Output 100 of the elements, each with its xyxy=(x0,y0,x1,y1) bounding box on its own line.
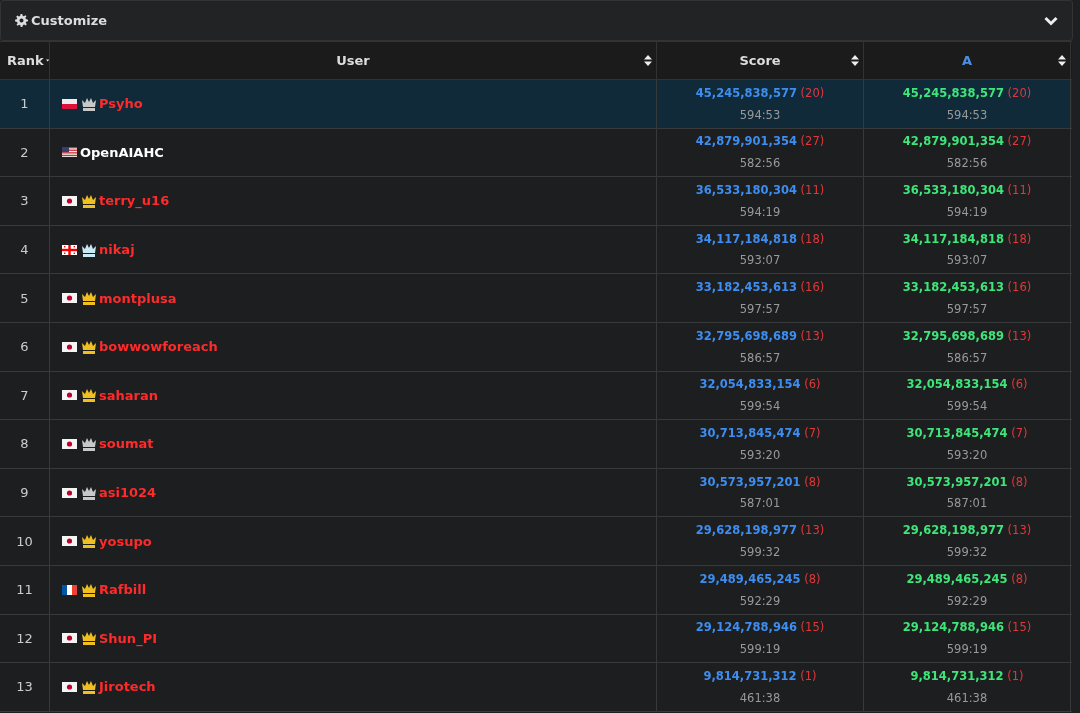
rank-number: 5 xyxy=(20,290,29,306)
column-header[interactable]: Rank xyxy=(0,42,50,79)
customize-link[interactable]: Customize xyxy=(15,13,108,28)
score-value: 30,713,845,474 xyxy=(699,426,801,441)
elapsed-time: 593:07 xyxy=(946,253,988,268)
score-value: 32,054,833,154 xyxy=(906,377,1008,392)
elapsed-time: 597:57 xyxy=(946,302,988,317)
submission-count: (18) xyxy=(800,231,825,246)
user-name[interactable]: Jirotech xyxy=(99,679,156,695)
score-value: 30,573,957,201 xyxy=(906,474,1008,489)
sort-icon xyxy=(644,55,652,66)
rank-number: 2 xyxy=(20,144,29,160)
submission-count: (8) xyxy=(804,571,821,586)
user-name[interactable]: terry_u16 xyxy=(99,193,170,209)
submission-count: (13) xyxy=(1007,523,1032,538)
user-name[interactable]: soumat xyxy=(99,436,154,452)
column-header[interactable]: Score xyxy=(657,42,864,79)
elapsed-time: 599:19 xyxy=(946,642,988,657)
user-name[interactable]: montplusa xyxy=(99,290,177,306)
ranking-row[interactable]: 3 terry_u16 36,533,180,304 (11) 594:19 36,533,180,304 (11) 594:19 xyxy=(0,177,1072,226)
elapsed-time: 594:53 xyxy=(739,107,781,122)
ranking-row[interactable]: 13 Jirotech 9,814,731,312 (1) 461:38 9,814,731,312 (1) 461:38 xyxy=(0,663,1072,712)
user-name[interactable]: asi1024 xyxy=(99,485,157,501)
rank-number: 11 xyxy=(16,582,33,598)
user-name[interactable]: saharan xyxy=(99,387,158,403)
elapsed-time: 582:56 xyxy=(739,156,781,171)
ranking-row[interactable]: 5 montplusa 33,182,453,613 (16) 597:57 33,182,453,613 (16) 597:57 xyxy=(0,274,1072,323)
column-header[interactable]: A xyxy=(864,42,1071,79)
submission-count: (7) xyxy=(804,426,821,441)
ranking-row[interactable]: 2 OpenAIAHC 42,879,901,354 (27) 582:56 42,879,901,354 (27) 582:56 xyxy=(0,128,1072,178)
elapsed-time: 599:32 xyxy=(739,545,781,560)
user-name[interactable]: bowwowforeach xyxy=(99,339,218,355)
column-header[interactable]: User xyxy=(50,42,657,79)
score-value: 29,489,465,245 xyxy=(906,571,1008,586)
rank-number: 6 xyxy=(20,339,29,355)
score-value: 32,054,833,154 xyxy=(699,377,801,392)
ranking-row[interactable]: 6 bowwowforeach 32,795,698,689 (13) 586:57 32,795,698,689 (13) 586:57 xyxy=(0,322,1072,372)
user-name[interactable]: yosupo xyxy=(99,533,152,549)
sort-down-icon xyxy=(45,58,49,63)
elapsed-time: 586:57 xyxy=(739,350,781,365)
user-name[interactable]: Shun_PI xyxy=(99,630,157,646)
submission-count: (15) xyxy=(800,620,825,635)
score-value: 42,879,901,354 xyxy=(902,134,1004,149)
score-value: 45,245,838,577 xyxy=(902,85,1004,100)
user-name[interactable]: nikaj xyxy=(99,242,135,258)
score-value: 42,879,901,354 xyxy=(695,134,797,149)
rank-number: 3 xyxy=(20,193,29,209)
submission-count: (1) xyxy=(800,669,817,683)
elapsed-time: 586:57 xyxy=(946,350,988,365)
submission-count: (6) xyxy=(1011,377,1028,392)
sort-icon xyxy=(851,55,859,66)
score-value: 32,795,698,689 xyxy=(902,328,1004,343)
ranking-row[interactable]: 7 saharan 32,054,833,154 (6) 599:54 32,054,833,154 (6) 599:54 xyxy=(0,371,1072,421)
chevron-down-icon[interactable] xyxy=(1044,15,1058,26)
rank-number: 12 xyxy=(16,630,33,646)
submission-count: (15) xyxy=(1007,620,1032,635)
elapsed-time: 599:54 xyxy=(739,399,781,414)
submission-count: (11) xyxy=(800,183,825,198)
ranking-row[interactable]: 11 Rafbill 29,489,465,245 (8) 592:29 29,489,465,245 (8) 592:29 xyxy=(0,565,1072,615)
elapsed-time: 593:20 xyxy=(739,447,781,462)
submission-count: (8) xyxy=(804,474,821,489)
elapsed-time: 592:29 xyxy=(946,593,988,608)
score-value: 29,489,465,245 xyxy=(699,571,801,586)
ranking-row[interactable]: 1 Psyho 45,245,838,577 (20) 594:53 45,245,838,577 (20) 594:53 xyxy=(0,80,1072,129)
user-name[interactable]: OpenAIAHC xyxy=(80,144,164,160)
submission-count: (16) xyxy=(800,280,825,295)
elapsed-time: 597:57 xyxy=(739,302,781,317)
rank-number: 7 xyxy=(20,387,29,403)
score-value: 33,182,453,613 xyxy=(695,280,797,295)
submission-count: (16) xyxy=(1007,280,1032,295)
elapsed-time: 593:07 xyxy=(739,253,781,268)
elapsed-time: 594:53 xyxy=(946,107,988,122)
score-value: 32,795,698,689 xyxy=(695,328,797,343)
score-value: 34,117,184,818 xyxy=(695,231,797,246)
user-name[interactable]: Psyho xyxy=(99,96,143,112)
rank-number: 4 xyxy=(20,242,29,258)
ranking-row[interactable]: 8 soumat 30,713,845,474 (7) 593:20 30,713,845,474 (7) 593:20 xyxy=(0,420,1072,469)
submission-count: (20) xyxy=(800,85,825,100)
elapsed-time: 594:19 xyxy=(946,204,988,219)
submission-count: (8) xyxy=(1011,474,1028,489)
submission-count: (13) xyxy=(1007,328,1032,343)
score-value: 9,814,731,312 xyxy=(703,669,797,683)
submission-count: (8) xyxy=(1011,571,1028,586)
ranking-row[interactable]: 12 Shun_PI 29,124,788,946 (15) 599:19 29,124,788,946 (15) 599:19 xyxy=(0,614,1072,664)
elapsed-time: 587:01 xyxy=(739,496,781,511)
score-value: 33,182,453,613 xyxy=(902,280,1004,295)
submission-count: (7) xyxy=(1011,426,1028,441)
gear-icon xyxy=(15,14,28,27)
submission-count: (1) xyxy=(1007,669,1024,683)
ranking-row[interactable]: 4 nikaj 34,117,184,818 (18) 593:07 34,117,184,818 (18) 593:07 xyxy=(0,225,1072,275)
ranking-row[interactable]: 9 asi1024 30,573,957,201 (8) 587:01 30,573,957,201 (8) 587:01 xyxy=(0,468,1072,518)
score-value: 36,533,180,304 xyxy=(902,183,1004,198)
score-value: 29,628,198,977 xyxy=(902,523,1004,538)
submission-count: (18) xyxy=(1007,231,1032,246)
elapsed-time: 587:01 xyxy=(946,496,988,511)
elapsed-time: 461:38 xyxy=(946,690,988,705)
user-name[interactable]: Rafbill xyxy=(99,582,147,598)
submission-count: (27) xyxy=(1007,134,1032,149)
submission-count: (11) xyxy=(1007,183,1032,198)
ranking-row[interactable]: 10 yosupo 29,628,198,977 (13) 599:32 29,628,198,977 (13) 599:32 xyxy=(0,517,1072,566)
